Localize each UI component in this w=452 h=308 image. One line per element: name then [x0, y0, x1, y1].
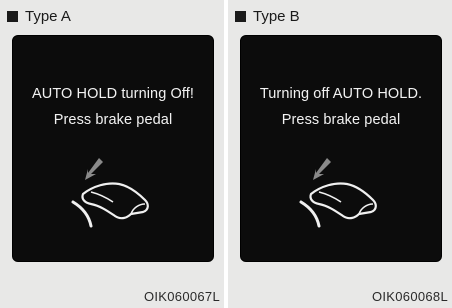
type-a-label: Type A: [25, 7, 71, 25]
type-b-label: Type B: [253, 7, 300, 25]
type-b-display-screen: Turning off AUTO HOLD. Press brake pedal: [240, 35, 442, 262]
square-bullet-icon: [7, 10, 18, 22]
type-a-message-line-2: Press brake pedal: [53, 112, 173, 128]
type-a-panel: Type A AUTO HOLD turning Off! Press brak…: [0, 0, 224, 308]
type-b-figure-code: OIK060068L: [371, 289, 448, 304]
brake-pedal-icon: [71, 158, 149, 228]
square-bullet-icon: [235, 10, 246, 22]
type-b-message-line-2: Press brake pedal: [281, 112, 401, 128]
type-a-message-line-1: AUTO HOLD turning Off!: [31, 86, 195, 102]
type-a-display-screen: AUTO HOLD turning Off! Press brake pedal: [12, 35, 214, 262]
type-b-panel: Type B Turning off AUTO HOLD. Press brak…: [228, 0, 452, 308]
type-a-header: Type A: [7, 6, 71, 26]
brake-pedal-icon: [299, 158, 377, 228]
type-b-header: Type B: [235, 6, 300, 26]
type-b-message-line-1: Turning off AUTO HOLD.: [259, 86, 423, 102]
type-a-figure-code: OIK060067L: [143, 289, 220, 304]
